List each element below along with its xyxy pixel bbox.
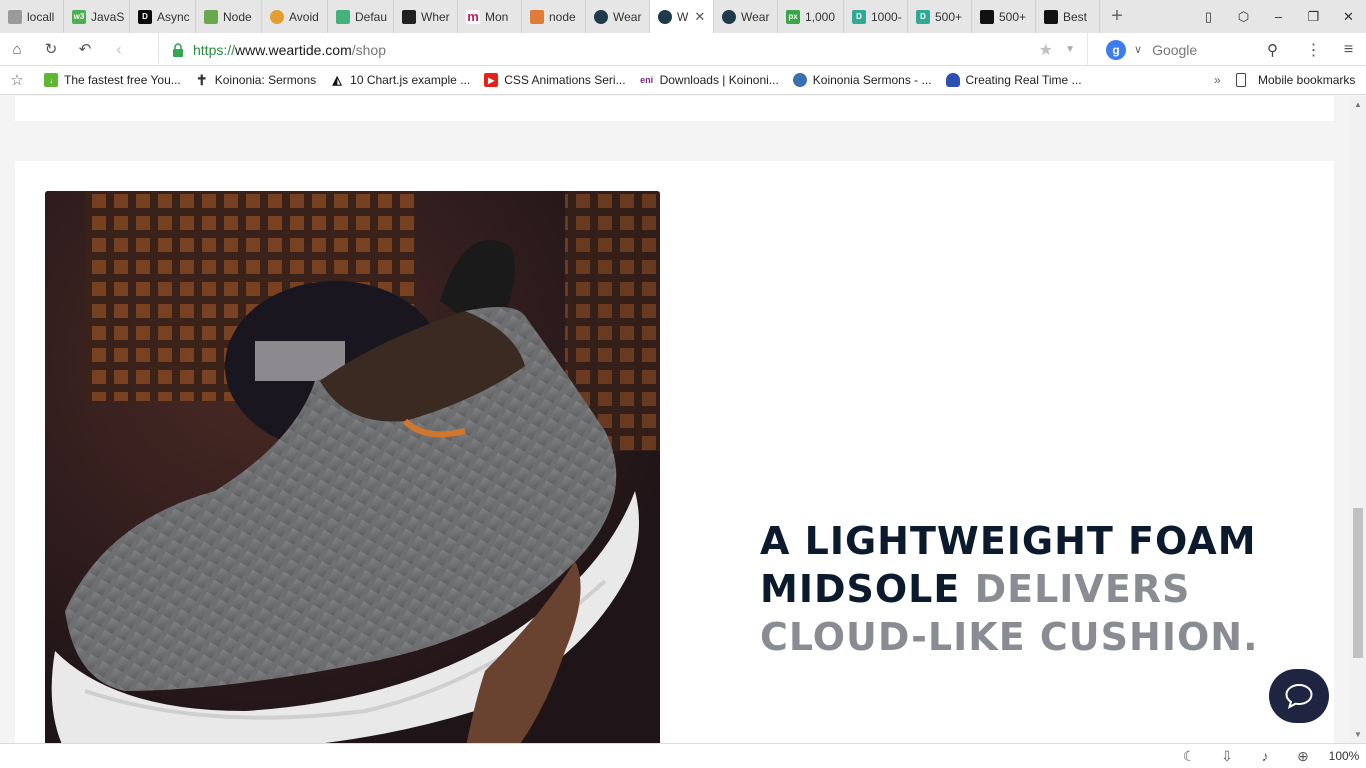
- tab-active[interactable]: W ✕: [650, 0, 714, 33]
- new-tab-button[interactable]: +: [1100, 0, 1134, 33]
- eni-icon: eni: [640, 75, 654, 85]
- tab[interactable]: Wear: [586, 0, 650, 33]
- cloud-icon: [945, 73, 960, 87]
- tab[interactable]: 500+: [972, 0, 1036, 33]
- minimize-button[interactable]: –: [1261, 0, 1296, 33]
- extension-icon[interactable]: ⬡: [1226, 0, 1261, 33]
- tab-list: locall w3 JavaS D Async Node Avoid Defau W…: [0, 0, 1100, 33]
- search-engine-label: Google: [1152, 41, 1198, 58]
- bookmark-item[interactable]: Koinonia Sermons - ...: [792, 73, 932, 87]
- tab[interactable]: w3 JavaS: [64, 0, 130, 33]
- medium-icon: m: [466, 9, 480, 24]
- close-tab-icon[interactable]: ✕: [694, 9, 705, 25]
- url-field[interactable]: https://www.weartide.com/shop ★ ▼: [158, 33, 1088, 66]
- tab[interactable]: Avoid: [262, 0, 328, 33]
- chevron-down-icon[interactable]: ∨: [1134, 43, 1142, 56]
- chat-button[interactable]: [1269, 669, 1329, 723]
- feature-headline: A LIGHTWEIGHT FOAM MIDSOLE DELIVERS CLOU…: [760, 519, 1259, 659]
- node-icon: [204, 9, 218, 24]
- bookmark-item[interactable]: ↓ The fastest free You...: [44, 73, 181, 87]
- w3schools-icon: w3: [72, 9, 86, 24]
- url-text: https://www.weartide.com/shop: [193, 41, 386, 58]
- address-bar: ⌂ ↻ ↶ ‹ https://www.weartide.com/shop ★ …: [0, 33, 1366, 66]
- bookmark-item[interactable]: ✝ Koinonia: Sermons: [195, 71, 316, 88]
- tab[interactable]: D 1000-: [844, 0, 908, 33]
- more-bookmarks-icon[interactable]: »: [1214, 73, 1221, 87]
- shield-icon: [336, 9, 350, 24]
- bookmark-star-icon[interactable]: ☆: [0, 71, 34, 89]
- zoom-icon[interactable]: ⊕: [1284, 748, 1322, 765]
- tab[interactable]: Node: [196, 0, 262, 33]
- bookmark-item[interactable]: ◭ 10 Chart.js example ...: [330, 73, 471, 87]
- scrollbar-thumb[interactable]: [1353, 508, 1363, 658]
- bookmark-star-icon[interactable]: ★: [1039, 40, 1053, 60]
- unsplash-icon: [980, 9, 994, 24]
- page-content: A LIGHTWEIGHT FOAM MIDSOLE DELIVERS CLOU…: [0, 96, 1350, 743]
- d-icon: D: [852, 9, 866, 24]
- close-window-button[interactable]: ✕: [1331, 0, 1366, 33]
- react-icon: [722, 9, 736, 24]
- download-icon: ↓: [44, 73, 58, 87]
- home-icon[interactable]: ⌂: [0, 33, 34, 66]
- scroll-down-icon[interactable]: ▼: [1354, 730, 1362, 739]
- unsplash-icon: [1044, 9, 1058, 24]
- lock-icon: [171, 42, 185, 57]
- fire-icon: [530, 9, 544, 24]
- tab[interactable]: m Mon: [458, 0, 522, 33]
- youtube-icon: ▶: [484, 73, 499, 87]
- google-icon: g: [1106, 39, 1126, 60]
- undo-icon[interactable]: ↶: [68, 33, 102, 66]
- bookmark-item[interactable]: Creating Real Time ...: [945, 73, 1082, 87]
- more-options-icon[interactable]: ⋮: [1296, 33, 1331, 66]
- dev-icon: D: [138, 9, 152, 24]
- bookmark-item[interactable]: ▶ CSS Animations Seri...: [484, 73, 626, 87]
- react-icon: [594, 9, 608, 24]
- mobile-bookmarks[interactable]: Mobile bookmarks: [1236, 73, 1355, 87]
- search-box[interactable]: g ∨ Google ⚲: [1100, 33, 1290, 66]
- bookmark-item[interactable]: eni Downloads | Koinoni...: [640, 73, 779, 87]
- chat-bubble-icon: [1285, 683, 1313, 709]
- volume-icon[interactable]: ♪: [1246, 748, 1284, 764]
- tab-layout-icon[interactable]: ▯: [1191, 0, 1226, 33]
- page-icon: [8, 9, 22, 24]
- globe-icon: [792, 73, 807, 87]
- tab[interactable]: Best: [1036, 0, 1100, 33]
- status-bar: ☾ ⇩ ♪ ⊕ 100%: [0, 743, 1366, 768]
- chevron-down-icon[interactable]: ▼: [1065, 44, 1075, 55]
- phone-icon: [1236, 73, 1246, 87]
- feature-section-card: A LIGHTWEIGHT FOAM MIDSOLE DELIVERS CLOU…: [15, 161, 1334, 743]
- tab[interactable]: Wear: [714, 0, 778, 33]
- stackoverflow-icon: [402, 9, 416, 24]
- download-icon[interactable]: ⇩: [1208, 748, 1246, 765]
- codepen-icon: ◭: [332, 73, 342, 87]
- bookmarks-bar: ☆ ↓ The fastest free You... ✝ Koinonia: Se…: [0, 66, 1366, 95]
- vertical-scrollbar[interactable]: ▲ ▼: [1350, 96, 1366, 743]
- sun-icon: [270, 9, 284, 24]
- tab[interactable]: Defau: [328, 0, 394, 33]
- px-icon: px: [786, 9, 800, 24]
- tab[interactable]: D 500+: [908, 0, 972, 33]
- night-mode-icon[interactable]: ☾: [1170, 748, 1208, 765]
- product-photo: [45, 191, 660, 743]
- scroll-up-icon[interactable]: ▲: [1354, 100, 1362, 109]
- tab[interactable]: Wher: [394, 0, 458, 33]
- maximize-button[interactable]: ❐: [1296, 0, 1331, 33]
- tab[interactable]: locall: [0, 0, 64, 33]
- tab[interactable]: D Async: [130, 0, 196, 33]
- tab-strip: locall w3 JavaS D Async Node Avoid Defau W…: [0, 0, 1366, 33]
- d-icon: D: [916, 9, 930, 24]
- tab[interactable]: px 1,000: [778, 0, 844, 33]
- hamburger-menu-icon[interactable]: ≡: [1331, 33, 1366, 66]
- window-controls: ▯ ⬡ – ❐ ✕: [1191, 0, 1366, 33]
- zoom-level[interactable]: 100%: [1322, 749, 1366, 763]
- tab[interactable]: node: [522, 0, 586, 33]
- browser-menu: ⋮ ≡: [1296, 33, 1366, 66]
- cross-icon: ✝: [195, 71, 208, 88]
- reload-icon[interactable]: ↻: [34, 33, 68, 66]
- search-icon[interactable]: ⚲: [1267, 41, 1278, 59]
- previous-section-card: [15, 96, 1334, 121]
- react-icon: [658, 9, 672, 24]
- back-icon[interactable]: ‹: [102, 33, 136, 66]
